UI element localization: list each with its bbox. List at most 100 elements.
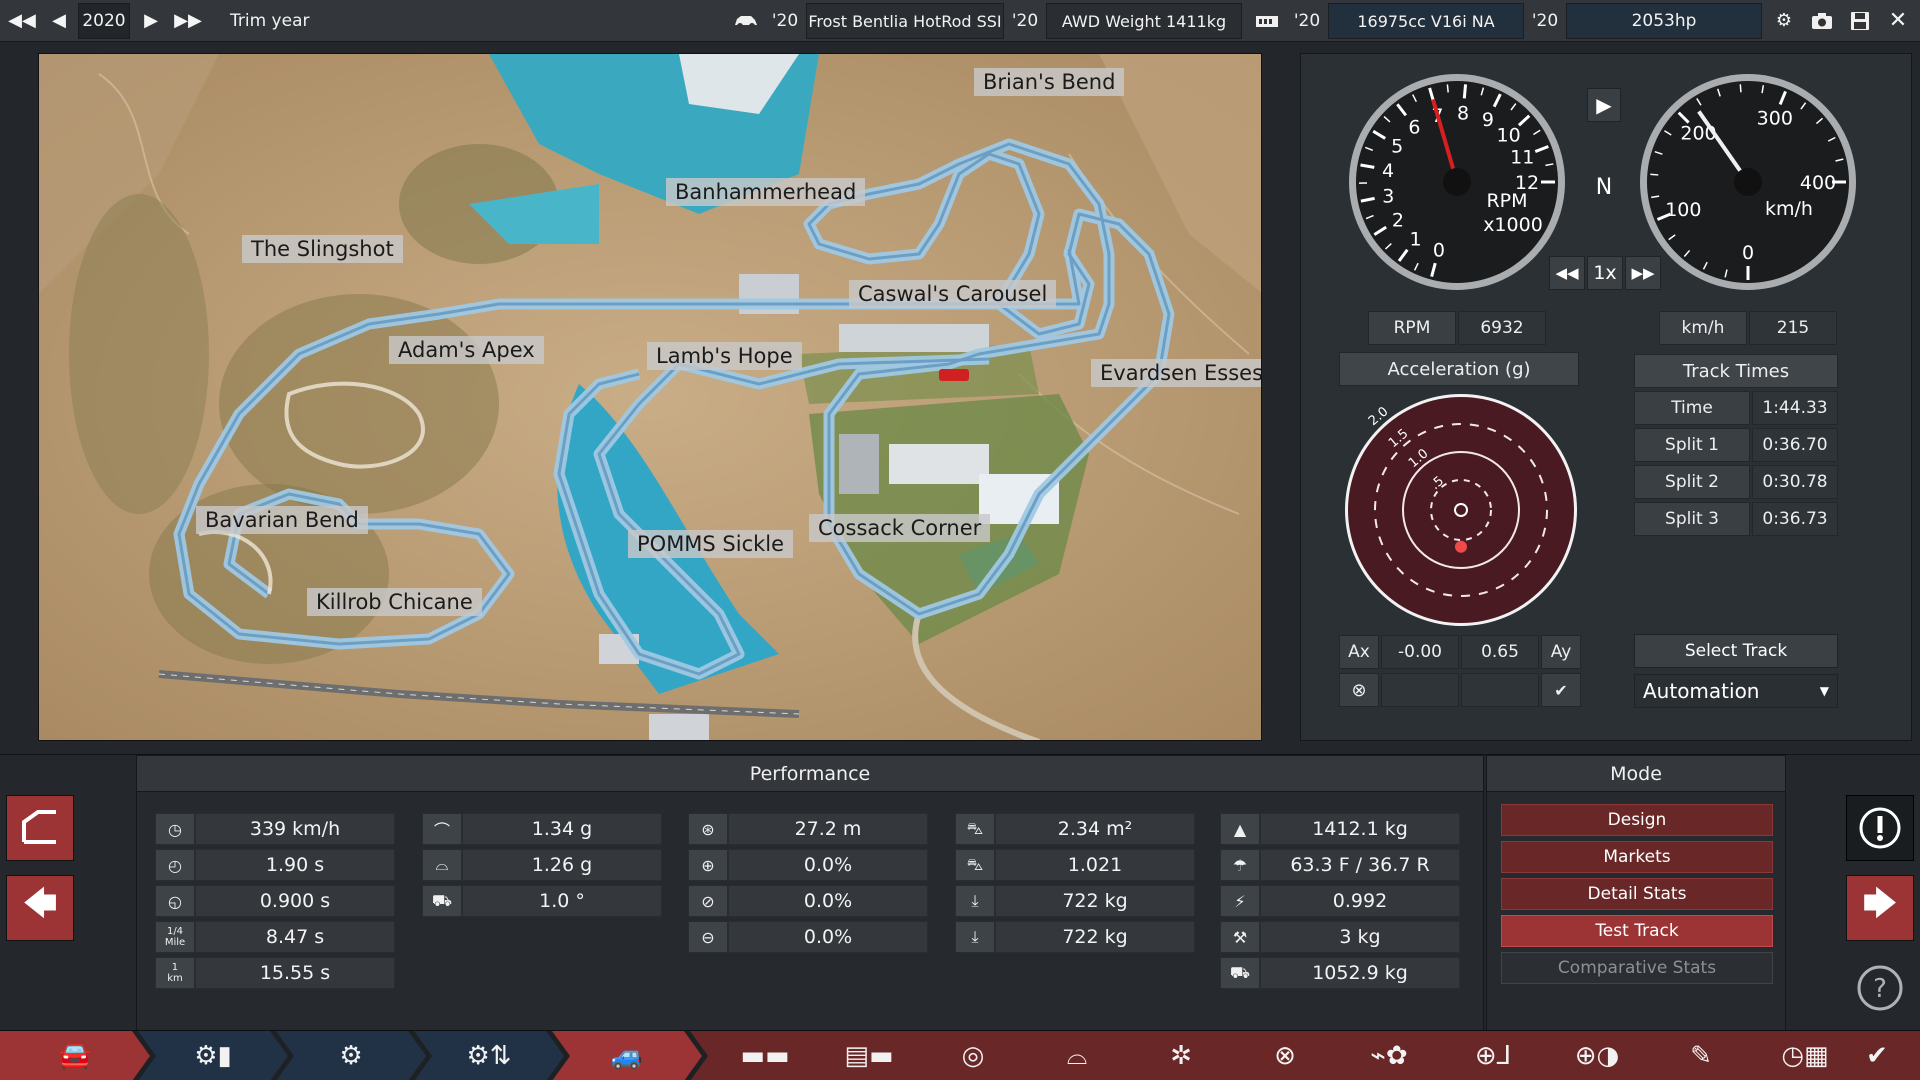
model-year: '20 bbox=[771, 11, 799, 31]
track-dropdown[interactable]: Automation ▼ bbox=[1634, 674, 1838, 708]
rpm-gauge: 0123456789101112 RPM x1000 bbox=[1349, 74, 1565, 290]
gauge-tick-label: 10 bbox=[1497, 125, 1521, 147]
close-button[interactable]: ✕ bbox=[1880, 3, 1916, 39]
first-year-button[interactable]: ◀◀ bbox=[4, 3, 40, 39]
prev-year-button[interactable]: ◀ bbox=[42, 3, 76, 39]
last-year-button[interactable]: ▶▶ bbox=[170, 3, 206, 39]
one-km-icon: 1 km bbox=[155, 957, 195, 989]
nav-car-body[interactable]: 🚙 bbox=[552, 1031, 702, 1080]
lateral-g-icon: ⌒ bbox=[422, 813, 462, 845]
target-icon: ⊗ bbox=[1351, 679, 1367, 701]
nav-engine-family[interactable]: ⚙▮ bbox=[138, 1031, 288, 1080]
balance-icon: ⚡ bbox=[1220, 885, 1260, 917]
stat-row: ⛟ 1.0 ° bbox=[422, 885, 662, 917]
weight-icon: ▲ bbox=[1220, 813, 1260, 845]
mode-comparative-stats-button[interactable]: Comparative Stats bbox=[1501, 952, 1773, 984]
nav-engine-tune[interactable]: ⚙⇅ bbox=[414, 1031, 564, 1080]
stat-value: 1412.1 kg bbox=[1260, 813, 1460, 845]
map-label-bavarian-bend: Bavarian Bend bbox=[196, 506, 368, 534]
stat-value: 1.90 s bbox=[195, 849, 395, 881]
speed-unit-label: km/h bbox=[1765, 198, 1813, 220]
stage-nav-bar: 🚘 ⚙▮ ⚙ ⚙⇅ 🚙 ▬▬ ▤▬ ◎ ⌓ ✲ ⊗ ⌁✿ ⊕⅃ ⊕◑ ✎ ◷▦ … bbox=[0, 1030, 1920, 1080]
checkmark-icon: ✔ bbox=[1866, 1041, 1888, 1071]
track-map-graphic bbox=[39, 54, 1261, 740]
exclamation-icon bbox=[1859, 807, 1901, 849]
acceleration-gauge: 2.0 1.5 1.0 .5 bbox=[1345, 394, 1577, 626]
mode-design-button[interactable]: Design bbox=[1501, 804, 1773, 836]
year-field[interactable]: 2020 bbox=[78, 3, 130, 39]
accel-dot bbox=[1455, 540, 1467, 553]
slower-button[interactable]: ◀◀ bbox=[1549, 256, 1585, 290]
next-button[interactable]: 🡆 bbox=[1846, 875, 1914, 941]
engine-icon[interactable] bbox=[1248, 3, 1286, 39]
mode-test-track-button[interactable]: Test Track bbox=[1501, 915, 1773, 947]
help-button[interactable]: ? bbox=[1846, 955, 1914, 1021]
performance-title: Performance bbox=[137, 756, 1483, 792]
stat-value: 1.26 g bbox=[462, 849, 662, 881]
track-time-label: Split 1 bbox=[1634, 428, 1750, 462]
chevron-down-icon: ▼ bbox=[1819, 684, 1829, 698]
drivetrain-weight[interactable]: AWD Weight 1411kg bbox=[1046, 3, 1242, 39]
svg-text:?: ? bbox=[1873, 974, 1887, 1004]
track-time-label: Split 2 bbox=[1634, 465, 1750, 499]
stat-value: 27.2 m bbox=[728, 813, 928, 845]
stat-value: 339 km/h bbox=[195, 813, 395, 845]
wheel-icon: ✲ bbox=[1170, 1041, 1192, 1071]
arrow-right-icon: 🡆 bbox=[1862, 883, 1898, 924]
screenshot-button[interactable] bbox=[1804, 3, 1840, 39]
map-label-caswals-carousel: Caswal's Carousel bbox=[849, 280, 1057, 308]
mode-markets-button[interactable]: Markets bbox=[1501, 841, 1773, 873]
front-downforce-icon: ⤓ bbox=[955, 885, 995, 917]
stat-row: ⚡ 0.992 bbox=[1220, 885, 1460, 917]
play-button[interactable]: ▶ bbox=[1587, 88, 1621, 122]
gauge-tick bbox=[1446, 84, 1449, 93]
trim-year: '20 bbox=[1011, 11, 1039, 31]
settings-button[interactable]: ⚙ bbox=[1766, 3, 1802, 39]
checkmark-icon: ✔ bbox=[1554, 680, 1568, 700]
save-button[interactable] bbox=[1842, 3, 1878, 39]
gear-indicator: N bbox=[1595, 174, 1613, 200]
safety-icon: ⊕◑ bbox=[1574, 1041, 1620, 1071]
gear-icon: ⚙ bbox=[1775, 10, 1793, 31]
test-track-tool-button[interactable] bbox=[6, 795, 74, 861]
car-model-icon[interactable] bbox=[728, 3, 764, 39]
ax-label: Ax bbox=[1339, 635, 1379, 669]
stat-value: 3 kg bbox=[1260, 921, 1460, 953]
warning-button[interactable] bbox=[1846, 795, 1914, 861]
reset-accel-button[interactable]: ⊗ bbox=[1339, 673, 1379, 707]
stat-row: ⊛ 27.2 m bbox=[688, 813, 928, 845]
gauge-tick-label: 6 bbox=[1408, 116, 1420, 138]
stat-value: 1.34 g bbox=[462, 813, 662, 845]
nav-car-model[interactable]: 🚘 bbox=[0, 1031, 150, 1080]
playback-speed[interactable]: 1x bbox=[1587, 256, 1623, 290]
quarter-mile-icon: 1/4 Mile bbox=[155, 921, 195, 953]
engine-year: '20 bbox=[1293, 11, 1321, 31]
select-track-button[interactable]: Select Track bbox=[1634, 634, 1838, 668]
accel-100-icon: ◵ bbox=[155, 885, 195, 917]
fast-forward-icon: ▶▶ bbox=[174, 10, 202, 31]
next-year-button[interactable]: ▶ bbox=[134, 3, 168, 39]
stat-row: ⊖ 0.0% bbox=[688, 921, 928, 953]
rpm-readout-value: 6932 bbox=[1458, 311, 1546, 345]
track-map[interactable]: Brian's Bend Banhammerhead The Slingshot… bbox=[38, 53, 1262, 741]
faster-button[interactable]: ▶▶ bbox=[1625, 256, 1661, 290]
gauge-tick-label: 0 bbox=[1742, 242, 1754, 264]
back-button[interactable]: 🡄 bbox=[6, 875, 74, 941]
mode-detail-stats-button[interactable]: Detail Stats bbox=[1501, 878, 1773, 910]
check-accel-button[interactable]: ✔ bbox=[1541, 673, 1581, 707]
gauge-tick-label: 8 bbox=[1457, 102, 1469, 124]
bottom-area: 🡄 Performance ◷ 339 km/h ◴ 1.90 s ◵ 0.900 s… bbox=[0, 754, 1920, 1031]
engine-name[interactable]: 16975cc V16i NA bbox=[1328, 3, 1524, 39]
accel-empty-cell bbox=[1381, 673, 1459, 707]
model-name[interactable]: Frost Bentlia HotRod SSI bbox=[806, 3, 1004, 39]
play-icon: ▶ bbox=[1596, 93, 1612, 117]
stat-row: 1 km 15.55 s bbox=[155, 957, 395, 989]
stat-row: ◴ 1.90 s bbox=[155, 849, 395, 881]
stat-row: ⛟ 1052.9 kg bbox=[1220, 957, 1460, 989]
gauge-tick-label: 2 bbox=[1392, 210, 1404, 232]
brake-fade-3-icon: ⊖ bbox=[688, 921, 728, 953]
ay-value: 0.65 bbox=[1461, 635, 1539, 669]
gauge-tick bbox=[1650, 173, 1659, 176]
nav-engine-parts[interactable]: ⚙ bbox=[276, 1031, 426, 1080]
track-time-value: 0:30.78 bbox=[1752, 465, 1838, 499]
